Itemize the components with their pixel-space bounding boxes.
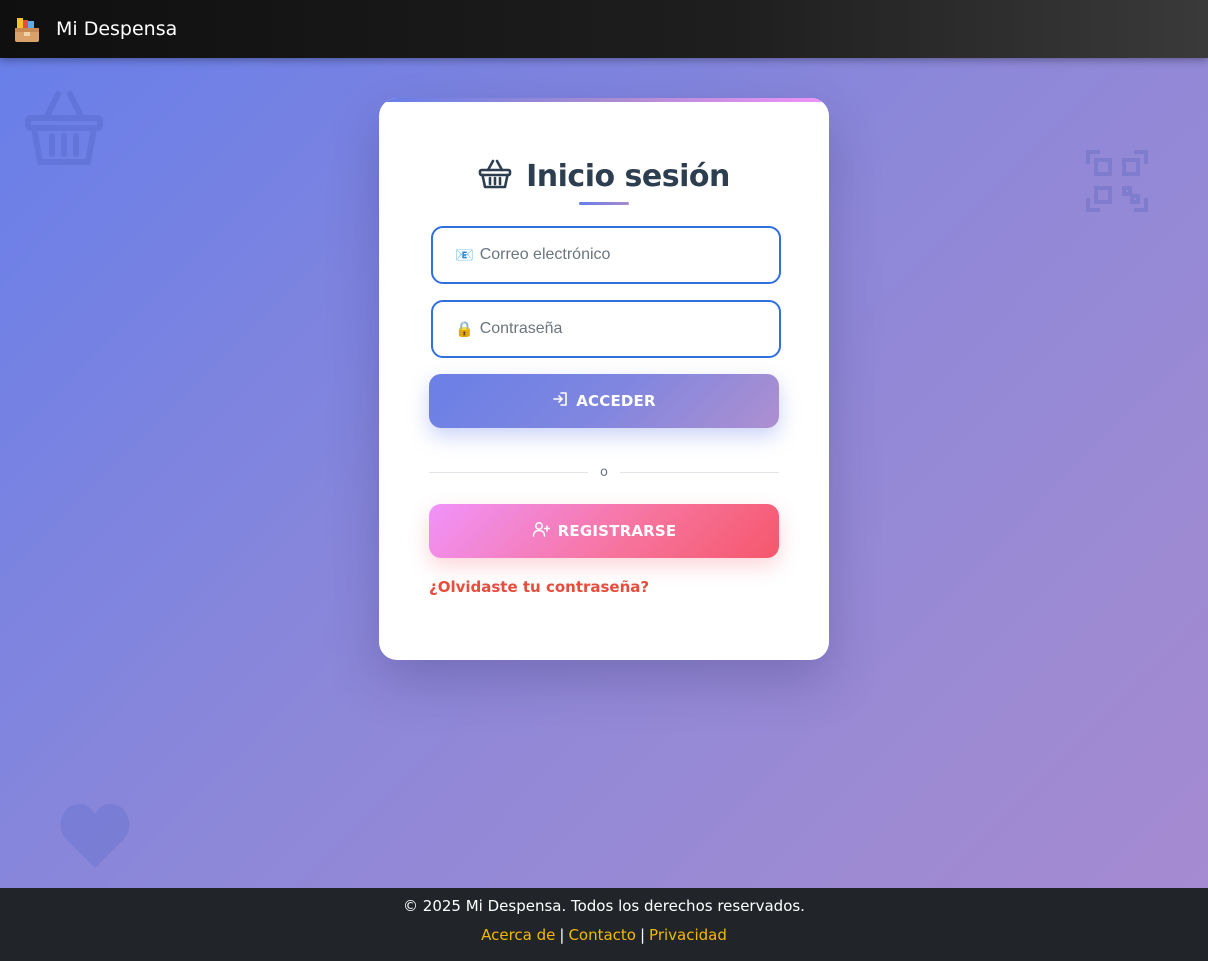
divider-line-left: [429, 471, 589, 473]
shopping-basket-icon: [24, 88, 104, 172]
footer-links: Acerca de | Contacto | Privacidad: [0, 926, 1208, 944]
register-button-label: REGISTRARSE: [557, 522, 677, 540]
divider-line-right: [619, 471, 779, 473]
footer-link-contact[interactable]: Contacto: [568, 926, 636, 944]
email-input[interactable]: [479, 246, 760, 264]
password-field[interactable]: 🔒: [431, 300, 781, 358]
login-button-label: ACCEDER: [576, 392, 656, 410]
login-title: Inicio sesión: [379, 158, 829, 194]
page-footer: © 2025 Mi Despensa. Todos los derechos r…: [0, 888, 1208, 961]
shopping-basket-icon: [478, 158, 512, 194]
footer-separator: |: [639, 926, 646, 944]
login-button[interactable]: ACCEDER: [429, 374, 779, 428]
or-divider: o: [429, 464, 779, 480]
email-field[interactable]: 📧: [431, 226, 781, 284]
heart-icon: [58, 800, 132, 874]
user-plus-icon: [532, 521, 550, 541]
password-input[interactable]: [479, 320, 760, 338]
email-icon: 📧: [455, 245, 474, 264]
lock-icon: 🔒: [455, 319, 474, 338]
sign-in-icon: [552, 391, 568, 411]
qr-code-icon: [1086, 150, 1148, 216]
login-card: Inicio sesión 📧 🔒 ACCEDER o: [379, 98, 829, 660]
footer-separator: |: [559, 926, 565, 944]
grocery-box-icon: [12, 14, 42, 44]
forgot-password-link[interactable]: ¿Olvidaste tu contraseña?: [429, 578, 649, 596]
brand-title: Mi Despensa: [56, 18, 178, 40]
divider-text: o: [600, 464, 608, 480]
footer-link-about[interactable]: Acerca de: [481, 926, 555, 944]
footer-copyright: © 2025 Mi Despensa. Todos los derechos r…: [403, 897, 805, 915]
footer-link-privacy[interactable]: Privacidad: [649, 926, 727, 944]
card-accent-bar: [379, 98, 829, 102]
title-underline: [579, 202, 629, 205]
brand-link[interactable]: Mi Despensa: [12, 14, 177, 44]
register-button[interactable]: REGISTRARSE: [429, 504, 779, 558]
page-title: Inicio sesión: [526, 158, 730, 194]
top-navbar: Mi Despensa: [0, 0, 1208, 58]
